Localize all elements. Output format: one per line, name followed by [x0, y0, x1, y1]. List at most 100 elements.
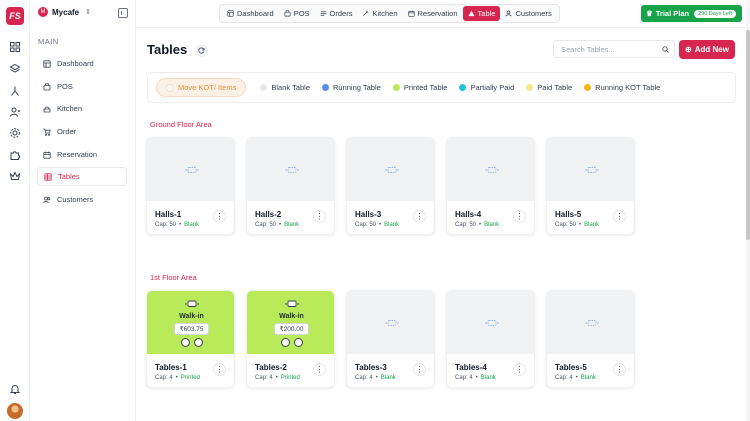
- table-card[interactable]: Tables-3 Cap: 4 • Blank ⋮: [346, 290, 435, 388]
- sidebar-item-customers[interactable]: Customers: [37, 190, 127, 209]
- table-status: Blank: [580, 375, 596, 381]
- tab-label: Customers: [515, 9, 552, 18]
- table-card[interactable]: Tables-5 Cap: 4 • Blank ⋮: [546, 290, 635, 388]
- orders-icon: [320, 11, 326, 16]
- table-meta: Cap: 4 • Printed: [255, 375, 300, 381]
- avatar[interactable]: [7, 403, 23, 419]
- status-legend: Move KOT/ Items Blank Table Running Tabl…: [147, 72, 736, 103]
- more-vertical-icon[interactable]: ⋮: [413, 210, 426, 223]
- grid-icon[interactable]: [9, 41, 21, 53]
- dining-table-icon: [485, 319, 498, 326]
- crown-icon[interactable]: [9, 170, 21, 182]
- dining-table-icon: [185, 166, 198, 173]
- table-name: Tables-4: [455, 363, 487, 372]
- refresh-icon: [198, 47, 205, 54]
- more-vertical-icon[interactable]: ⋮: [413, 363, 426, 376]
- more-vertical-icon[interactable]: ⋮: [513, 210, 526, 223]
- tab-dashboard[interactable]: Dashboard: [222, 6, 279, 21]
- more-vertical-icon[interactable]: ⋮: [213, 210, 226, 223]
- add-new-button[interactable]: ⊕ Add New: [679, 40, 735, 59]
- eye-icon[interactable]: [293, 337, 303, 347]
- sidebar-item-tables[interactable]: Tables: [37, 167, 127, 186]
- search-input[interactable]: [553, 40, 675, 58]
- table-card[interactable]: Halls-5 Cap: 50 • Blank ⋮: [546, 137, 635, 235]
- table-card[interactable]: Halls-2 Cap: 50 • Blank ⋮: [246, 137, 335, 235]
- sidebar-item-kitchen[interactable]: Kitchen: [37, 99, 127, 118]
- bell-icon[interactable]: [9, 383, 21, 395]
- scrollbar-thumb[interactable]: [746, 30, 750, 240]
- settings-icon[interactable]: [9, 127, 21, 139]
- app-logo[interactable]: FS: [6, 7, 24, 25]
- legend-dot: [392, 84, 400, 91]
- collapse-sidebar-icon[interactable]: [118, 8, 128, 18]
- table-status: Printed: [180, 375, 200, 381]
- calendar-icon: [43, 151, 51, 159]
- top-bar: Dashboard POS Orders Kitchen Reservation…: [136, 0, 750, 28]
- table-card[interactable]: Tables-4 Cap: 4 • Blank ⋮: [446, 290, 535, 388]
- table-name: Halls-2: [255, 210, 282, 219]
- brand-switcher[interactable]: M Mycafe ⇕: [38, 7, 91, 17]
- tab-customers[interactable]: Customers: [500, 6, 556, 21]
- customer-name: Walk-in: [179, 312, 204, 320]
- kitchen-icon: [43, 106, 51, 112]
- tab-kitchen[interactable]: Kitchen: [357, 6, 402, 21]
- sidebar-item-label: Order: [57, 127, 77, 136]
- sidebar-item-label: Reservation: [57, 150, 98, 159]
- legend-dot: [260, 84, 268, 91]
- refresh-button[interactable]: [195, 44, 208, 57]
- table-meta: Cap: 50 • Blank: [455, 222, 500, 228]
- more-vertical-icon[interactable]: ⋮: [613, 210, 626, 223]
- tab-label: Kitchen: [372, 9, 398, 18]
- brand-name: Mycafe: [52, 7, 80, 17]
- layout-icon: [43, 59, 51, 68]
- more-vertical-icon[interactable]: ⋮: [313, 363, 326, 376]
- area-label-ground-floor: Ground Floor Area: [150, 120, 212, 129]
- more-vertical-icon[interactable]: ⋮: [613, 363, 626, 376]
- main-content: Tables ⊕ Add New Move KOT/ Items Blank T…: [136, 28, 746, 421]
- layers-icon[interactable]: [9, 63, 21, 75]
- table-status: Blank: [484, 222, 500, 228]
- move-kot-toggle[interactable]: Move KOT/ Items: [156, 78, 247, 97]
- legend-paid-table: Paid Table: [526, 83, 572, 92]
- sidebar-item-pos[interactable]: POS: [37, 77, 127, 96]
- tab-pos[interactable]: POS: [279, 6, 315, 21]
- table-meta: Cap: 4 • Blank: [355, 375, 396, 381]
- print-icon[interactable]: [180, 337, 190, 347]
- table-name: Halls-5: [555, 210, 582, 219]
- chevron-updown-icon: ⇕: [85, 9, 91, 16]
- legend-blank-table: Blank Table: [260, 83, 310, 92]
- sidebar-item-order[interactable]: Order: [37, 122, 127, 141]
- sidebar: M Mycafe ⇕ MAIN Dashboard POS Kitchen Or…: [30, 0, 136, 421]
- eye-icon[interactable]: [193, 337, 203, 347]
- more-vertical-icon[interactable]: ⋮: [513, 363, 526, 376]
- sidebar-item-reservation[interactable]: Reservation: [37, 145, 127, 164]
- sidebar-item-label: Dashboard: [57, 59, 94, 68]
- table-meta: Cap: 50 • Blank: [255, 222, 300, 228]
- trial-plan-button[interactable]: ♛ Trial Plan 290 Days Left: [641, 5, 742, 22]
- tab-reservation[interactable]: Reservation: [403, 6, 463, 21]
- tab-label: Dashboard: [237, 9, 274, 18]
- more-vertical-icon[interactable]: ⋮: [213, 363, 226, 376]
- tab-orders[interactable]: Orders: [315, 6, 358, 21]
- table-name: Halls-1: [155, 210, 182, 219]
- dining-table-icon: [285, 166, 298, 173]
- legend-label: Printed Table: [403, 83, 448, 92]
- table-meta: Cap: 50 • Blank: [155, 222, 200, 228]
- table-card[interactable]: Halls-3 Cap: 50 • Blank ⋮: [346, 137, 435, 235]
- sidebar-item-dashboard[interactable]: Dashboard: [37, 54, 127, 73]
- table-card[interactable]: Walk-in ₹200.00 Tables-2 Cap: 4 • Printed …: [246, 290, 335, 388]
- puzzle-icon[interactable]: [9, 149, 21, 161]
- tab-table[interactable]: Table: [462, 6, 501, 21]
- table-card[interactable]: Walk-in ₹603.75 Tables-1 Cap: 4 • Printed …: [146, 290, 235, 388]
- tab-label: Reservation: [417, 9, 458, 18]
- merge-icon[interactable]: [9, 85, 21, 97]
- table-card[interactable]: Halls-1 Cap: 50 • Blank ⋮: [146, 137, 235, 235]
- table-card-preview: [147, 138, 234, 201]
- table-card[interactable]: Halls-4 Cap: 50 • Blank ⋮: [446, 137, 535, 235]
- users-icon[interactable]: [9, 106, 21, 118]
- legend-running-table: Running Table: [322, 83, 381, 92]
- print-icon[interactable]: [280, 337, 290, 347]
- search-icon[interactable]: [662, 46, 669, 53]
- card-actions: [180, 337, 203, 347]
- more-vertical-icon[interactable]: ⋮: [313, 210, 326, 223]
